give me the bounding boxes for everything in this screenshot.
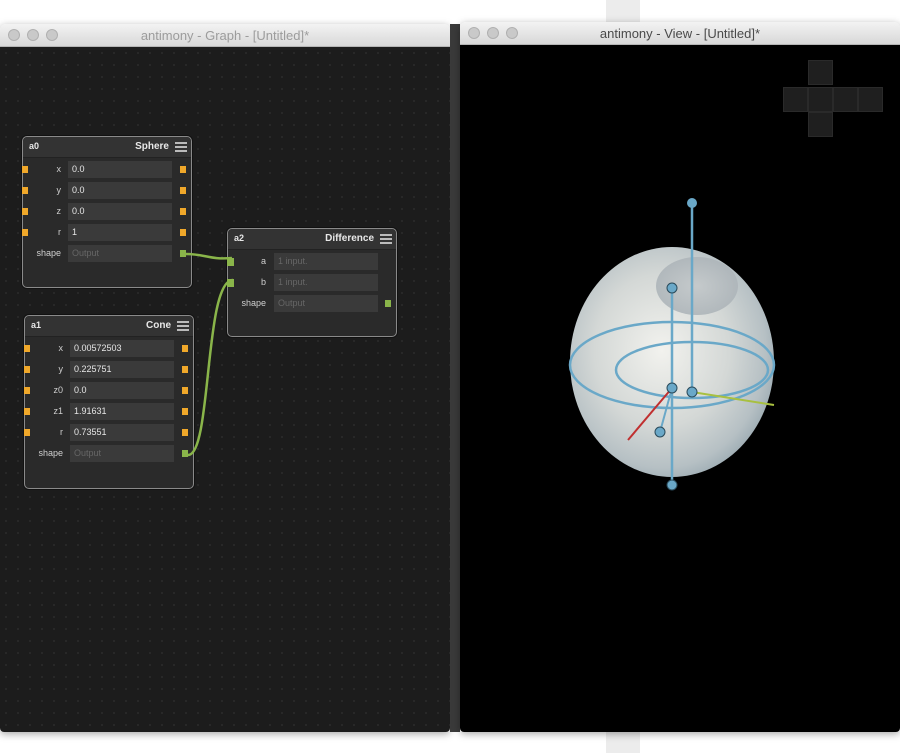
param-field[interactable]: 0.225751 <box>70 361 174 378</box>
sphere-bottom-handle[interactable] <box>666 479 678 491</box>
param-row-z0: z0 0.0 <box>24 382 193 400</box>
param-label: x <box>58 343 64 353</box>
graph-window: antimony - Graph - [Untitled]* a0 Sphere… <box>0 24 450 732</box>
param-row-x: x 0.00572503 <box>24 340 193 358</box>
param-label: r <box>58 227 61 237</box>
param-row-b: b 1 input. <box>227 274 396 292</box>
input-port[interactable] <box>24 345 30 352</box>
param-row-shape: shape Output <box>23 245 191 263</box>
output-port[interactable] <box>182 387 188 394</box>
node-header[interactable]: a0 Sphere <box>23 137 191 158</box>
output-port[interactable] <box>182 345 188 352</box>
param-label: r <box>60 427 63 437</box>
output-field: Output <box>274 295 378 312</box>
cone-base-handle[interactable] <box>654 426 666 438</box>
input-port[interactable] <box>22 229 28 236</box>
param-row-y: y 0.225751 <box>24 361 193 379</box>
sphere-top-handle[interactable] <box>666 282 678 294</box>
param-field[interactable]: 0.73551 <box>70 424 174 441</box>
view-window-title: antimony - View - [Untitled]* <box>599 26 761 41</box>
param-field[interactable]: 0.0 <box>68 161 172 178</box>
input-port[interactable] <box>24 429 30 436</box>
output-port[interactable] <box>180 208 186 215</box>
node-menu-icon[interactable] <box>177 321 189 331</box>
param-row-shape: shape Output <box>25 445 193 463</box>
graph-window-titlebar[interactable]: antimony - Graph - [Untitled]* <box>0 24 450 47</box>
graph-window-title: antimony - Graph - [Untitled]* <box>140 28 310 43</box>
node-type-title: Sphere <box>135 141 169 152</box>
param-field[interactable]: 0.00572503 <box>70 340 174 357</box>
node-menu-icon[interactable] <box>175 142 187 152</box>
node-menu-icon[interactable] <box>380 234 392 244</box>
param-label: z1 <box>53 406 63 416</box>
param-field[interactable]: 0.0 <box>70 382 174 399</box>
param-field: 1 input. <box>274 253 378 270</box>
param-label: b <box>260 277 266 287</box>
param-field[interactable]: 0.0 <box>68 182 172 199</box>
param-row-r: r 1 <box>22 224 191 242</box>
param-label: y <box>56 185 62 195</box>
param-row-shape: shape Output <box>228 295 396 313</box>
cone-top-handle[interactable] <box>687 198 697 208</box>
input-port[interactable] <box>22 166 28 173</box>
node-id: a2 <box>234 233 245 243</box>
view-window: antimony - View - [Untitled]* <box>460 22 900 732</box>
output-port[interactable] <box>180 229 186 236</box>
param-label: z <box>56 206 62 216</box>
shape-output-port[interactable] <box>385 300 391 307</box>
param-row-r: r 0.73551 <box>24 424 193 442</box>
param-row-z1: z1 1.91631 <box>24 403 193 421</box>
shape-output-port[interactable] <box>180 250 186 257</box>
param-row-a: a 1 input. <box>227 253 396 271</box>
shape-input-port[interactable] <box>227 279 234 287</box>
sphere-node[interactable]: a0 Sphere x 0.0 y 0.0 z 0.0 r 1 shape Ou… <box>22 136 192 288</box>
param-label: z0 <box>53 385 63 395</box>
shape-output-port[interactable] <box>182 450 188 457</box>
output-port[interactable] <box>180 166 186 173</box>
cone-center-handle[interactable] <box>686 386 698 398</box>
param-label: shape <box>36 248 61 258</box>
node-type-title: Difference <box>325 233 374 244</box>
cone-node[interactable]: a1 Cone x 0.00572503 y 0.225751 z0 0.0 z… <box>24 315 194 489</box>
input-port[interactable] <box>24 408 30 415</box>
graph-canvas[interactable]: a0 Sphere x 0.0 y 0.0 z 0.0 r 1 shape Ou… <box>0 47 450 732</box>
param-label: a <box>260 256 266 266</box>
param-row-x: x 0.0 <box>22 161 191 179</box>
node-header[interactable]: a1 Cone <box>25 316 193 337</box>
input-port[interactable] <box>24 366 30 373</box>
3d-viewport[interactable] <box>460 45 900 732</box>
node-id: a0 <box>29 141 40 151</box>
difference-node[interactable]: a2 Difference a 1 input. b 1 input. shap… <box>227 228 397 337</box>
output-port[interactable] <box>182 366 188 373</box>
shape-input-port[interactable] <box>227 258 234 266</box>
output-field: Output <box>68 245 172 262</box>
output-port[interactable] <box>180 187 186 194</box>
param-field[interactable]: 1 <box>68 224 172 241</box>
node-id: a1 <box>31 320 42 330</box>
input-port[interactable] <box>24 387 30 394</box>
node-header[interactable]: a2 Difference <box>228 229 396 250</box>
node-type-title: Cone <box>146 320 171 331</box>
output-field: Output <box>70 445 174 462</box>
param-label: shape <box>241 298 266 308</box>
param-field[interactable]: 0.0 <box>68 203 172 220</box>
param-row-z: z 0.0 <box>22 203 191 221</box>
param-row-y: y 0.0 <box>22 182 191 200</box>
param-label: x <box>56 164 62 174</box>
input-port[interactable] <box>22 187 28 194</box>
output-port[interactable] <box>182 429 188 436</box>
param-field[interactable]: 1.91631 <box>70 403 174 420</box>
3d-scene[interactable] <box>460 45 900 732</box>
param-field: 1 input. <box>274 274 378 291</box>
output-port[interactable] <box>182 408 188 415</box>
param-label: y <box>58 364 64 374</box>
sphere-center-handle[interactable] <box>666 382 678 394</box>
view-window-titlebar[interactable]: antimony - View - [Untitled]* <box>460 22 900 45</box>
input-port[interactable] <box>22 208 28 215</box>
window-divider <box>450 24 460 732</box>
param-label: shape <box>38 448 63 458</box>
